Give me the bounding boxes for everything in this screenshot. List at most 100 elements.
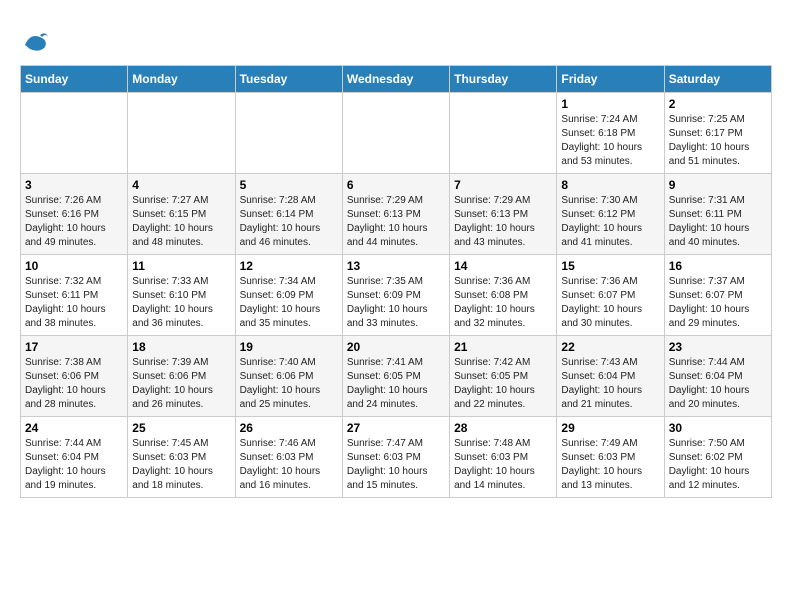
day-info: Sunrise: 7:46 AM Sunset: 6:03 PM Dayligh… <box>240 437 338 493</box>
day-number: 24 <box>25 421 123 435</box>
calendar-cell: 25 Sunrise: 7:45 AM Sunset: 6:03 PM Dayli… <box>128 417 235 498</box>
day-number: 8 <box>561 178 659 192</box>
calendar-cell: 3 Sunrise: 7:26 AM Sunset: 6:16 PM Daylig… <box>21 174 128 255</box>
day-info: Sunrise: 7:37 AM Sunset: 6:07 PM Dayligh… <box>669 275 767 331</box>
calendar-cell: 23 Sunrise: 7:44 AM Sunset: 6:04 PM Dayli… <box>664 336 771 417</box>
calendar-cell: 26 Sunrise: 7:46 AM Sunset: 6:03 PM Dayli… <box>235 417 342 498</box>
calendar-cell: 5 Sunrise: 7:28 AM Sunset: 6:14 PM Daylig… <box>235 174 342 255</box>
calendar-cell: 28 Sunrise: 7:48 AM Sunset: 6:03 PM Dayli… <box>450 417 557 498</box>
day-info: Sunrise: 7:50 AM Sunset: 6:02 PM Dayligh… <box>669 437 767 493</box>
calendar-table: SundayMondayTuesdayWednesdayThursdayFrid… <box>20 65 772 498</box>
day-number: 23 <box>669 340 767 354</box>
calendar-cell: 1 Sunrise: 7:24 AM Sunset: 6:18 PM Daylig… <box>557 93 664 174</box>
calendar-cell: 15 Sunrise: 7:36 AM Sunset: 6:07 PM Dayli… <box>557 255 664 336</box>
day-info: Sunrise: 7:45 AM Sunset: 6:03 PM Dayligh… <box>132 437 230 493</box>
calendar-cell <box>342 93 449 174</box>
day-info: Sunrise: 7:36 AM Sunset: 6:07 PM Dayligh… <box>561 275 659 331</box>
calendar-cell: 10 Sunrise: 7:32 AM Sunset: 6:11 PM Dayli… <box>21 255 128 336</box>
day-info: Sunrise: 7:28 AM Sunset: 6:14 PM Dayligh… <box>240 194 338 250</box>
day-number: 4 <box>132 178 230 192</box>
calendar-cell: 19Sunrise: 7:40 AM Sunset: 6:06 PM Dayli… <box>235 336 342 417</box>
day-number: 15 <box>561 259 659 273</box>
day-info: Sunrise: 7:38 AM Sunset: 6:06 PM Dayligh… <box>25 356 123 412</box>
day-info: Sunrise: 7:44 AM Sunset: 6:04 PM Dayligh… <box>25 437 123 493</box>
day-info: Sunrise: 7:26 AM Sunset: 6:16 PM Dayligh… <box>25 194 123 250</box>
day-info: Sunrise: 7:31 AM Sunset: 6:11 PM Dayligh… <box>669 194 767 250</box>
day-info: Sunrise: 7:32 AM Sunset: 6:11 PM Dayligh… <box>25 275 123 331</box>
calendar-cell: 9 Sunrise: 7:31 AM Sunset: 6:11 PM Daylig… <box>664 174 771 255</box>
day-number: 2 <box>669 97 767 111</box>
calendar-cell: 21 Sunrise: 7:42 AM Sunset: 6:05 PM Dayli… <box>450 336 557 417</box>
day-info: Sunrise: 7:42 AM Sunset: 6:05 PM Dayligh… <box>454 356 552 412</box>
day-info: Sunrise: 7:44 AM Sunset: 6:04 PM Dayligh… <box>669 356 767 412</box>
day-info: Sunrise: 7:49 AM Sunset: 6:03 PM Dayligh… <box>561 437 659 493</box>
calendar-cell: 27 Sunrise: 7:47 AM Sunset: 6:03 PM Dayli… <box>342 417 449 498</box>
calendar-cell <box>21 93 128 174</box>
day-number: 26 <box>240 421 338 435</box>
day-number: 29 <box>561 421 659 435</box>
day-number: 20 <box>347 340 445 354</box>
day-info: Sunrise: 7:29 AM Sunset: 6:13 PM Dayligh… <box>347 194 445 250</box>
day-info: Sunrise: 7:39 AM Sunset: 6:06 PM Dayligh… <box>132 356 230 412</box>
calendar-cell: 7 Sunrise: 7:29 AM Sunset: 6:13 PM Daylig… <box>450 174 557 255</box>
day-number: 9 <box>669 178 767 192</box>
calendar-cell: 24 Sunrise: 7:44 AM Sunset: 6:04 PM Dayli… <box>21 417 128 498</box>
calendar-cell <box>450 93 557 174</box>
day-number: 16 <box>669 259 767 273</box>
logo <box>20 25 54 55</box>
weekday-header: Saturday <box>664 66 771 93</box>
calendar-cell: 16 Sunrise: 7:37 AM Sunset: 6:07 PM Dayli… <box>664 255 771 336</box>
day-number: 5 <box>240 178 338 192</box>
day-number: 27 <box>347 421 445 435</box>
weekday-header: Sunday <box>21 66 128 93</box>
day-info: Sunrise: 7:47 AM Sunset: 6:03 PM Dayligh… <box>347 437 445 493</box>
calendar-cell <box>235 93 342 174</box>
weekday-header: Tuesday <box>235 66 342 93</box>
day-info: Sunrise: 7:27 AM Sunset: 6:15 PM Dayligh… <box>132 194 230 250</box>
day-info: Sunrise: 7:40 AM Sunset: 6:06 PM Dayligh… <box>240 356 338 412</box>
calendar-cell: 13 Sunrise: 7:35 AM Sunset: 6:09 PM Dayli… <box>342 255 449 336</box>
day-number: 7 <box>454 178 552 192</box>
calendar-cell: 22Sunrise: 7:43 AM Sunset: 6:04 PM Dayli… <box>557 336 664 417</box>
day-number: 12 <box>240 259 338 273</box>
day-info: Sunrise: 7:25 AM Sunset: 6:17 PM Dayligh… <box>669 113 767 169</box>
day-number: 28 <box>454 421 552 435</box>
calendar-cell: 2 Sunrise: 7:25 AM Sunset: 6:17 PM Daylig… <box>664 93 771 174</box>
day-info: Sunrise: 7:41 AM Sunset: 6:05 PM Dayligh… <box>347 356 445 412</box>
day-number: 6 <box>347 178 445 192</box>
calendar-cell: 14Sunrise: 7:36 AM Sunset: 6:08 PM Dayli… <box>450 255 557 336</box>
calendar-cell: 18 Sunrise: 7:39 AM Sunset: 6:06 PM Dayli… <box>128 336 235 417</box>
day-info: Sunrise: 7:36 AM Sunset: 6:08 PM Dayligh… <box>454 275 552 331</box>
day-info: Sunrise: 7:43 AM Sunset: 6:04 PM Dayligh… <box>561 356 659 412</box>
day-number: 11 <box>132 259 230 273</box>
day-number: 17 <box>25 340 123 354</box>
day-info: Sunrise: 7:33 AM Sunset: 6:10 PM Dayligh… <box>132 275 230 331</box>
calendar-cell: 30 Sunrise: 7:50 AM Sunset: 6:02 PM Dayli… <box>664 417 771 498</box>
weekday-header: Friday <box>557 66 664 93</box>
day-info: Sunrise: 7:35 AM Sunset: 6:09 PM Dayligh… <box>347 275 445 331</box>
calendar-cell: 8 Sunrise: 7:30 AM Sunset: 6:12 PM Daylig… <box>557 174 664 255</box>
calendar-cell: 17 Sunrise: 7:38 AM Sunset: 6:06 PM Dayli… <box>21 336 128 417</box>
day-info: Sunrise: 7:30 AM Sunset: 6:12 PM Dayligh… <box>561 194 659 250</box>
logo-icon <box>20 25 50 55</box>
day-number: 18 <box>132 340 230 354</box>
day-info: Sunrise: 7:48 AM Sunset: 6:03 PM Dayligh… <box>454 437 552 493</box>
day-info: Sunrise: 7:29 AM Sunset: 6:13 PM Dayligh… <box>454 194 552 250</box>
calendar-cell <box>128 93 235 174</box>
day-number: 10 <box>25 259 123 273</box>
day-number: 25 <box>132 421 230 435</box>
calendar-cell: 4 Sunrise: 7:27 AM Sunset: 6:15 PM Daylig… <box>128 174 235 255</box>
page-header <box>20 20 772 55</box>
calendar-cell: 29 Sunrise: 7:49 AM Sunset: 6:03 PM Dayli… <box>557 417 664 498</box>
day-info: Sunrise: 7:24 AM Sunset: 6:18 PM Dayligh… <box>561 113 659 169</box>
day-number: 21 <box>454 340 552 354</box>
weekday-header: Thursday <box>450 66 557 93</box>
day-number: 30 <box>669 421 767 435</box>
day-number: 1 <box>561 97 659 111</box>
day-number: 13 <box>347 259 445 273</box>
calendar-cell: 12 Sunrise: 7:34 AM Sunset: 6:09 PM Dayli… <box>235 255 342 336</box>
day-info: Sunrise: 7:34 AM Sunset: 6:09 PM Dayligh… <box>240 275 338 331</box>
day-number: 3 <box>25 178 123 192</box>
calendar-cell: 11 Sunrise: 7:33 AM Sunset: 6:10 PM Dayli… <box>128 255 235 336</box>
weekday-header: Wednesday <box>342 66 449 93</box>
